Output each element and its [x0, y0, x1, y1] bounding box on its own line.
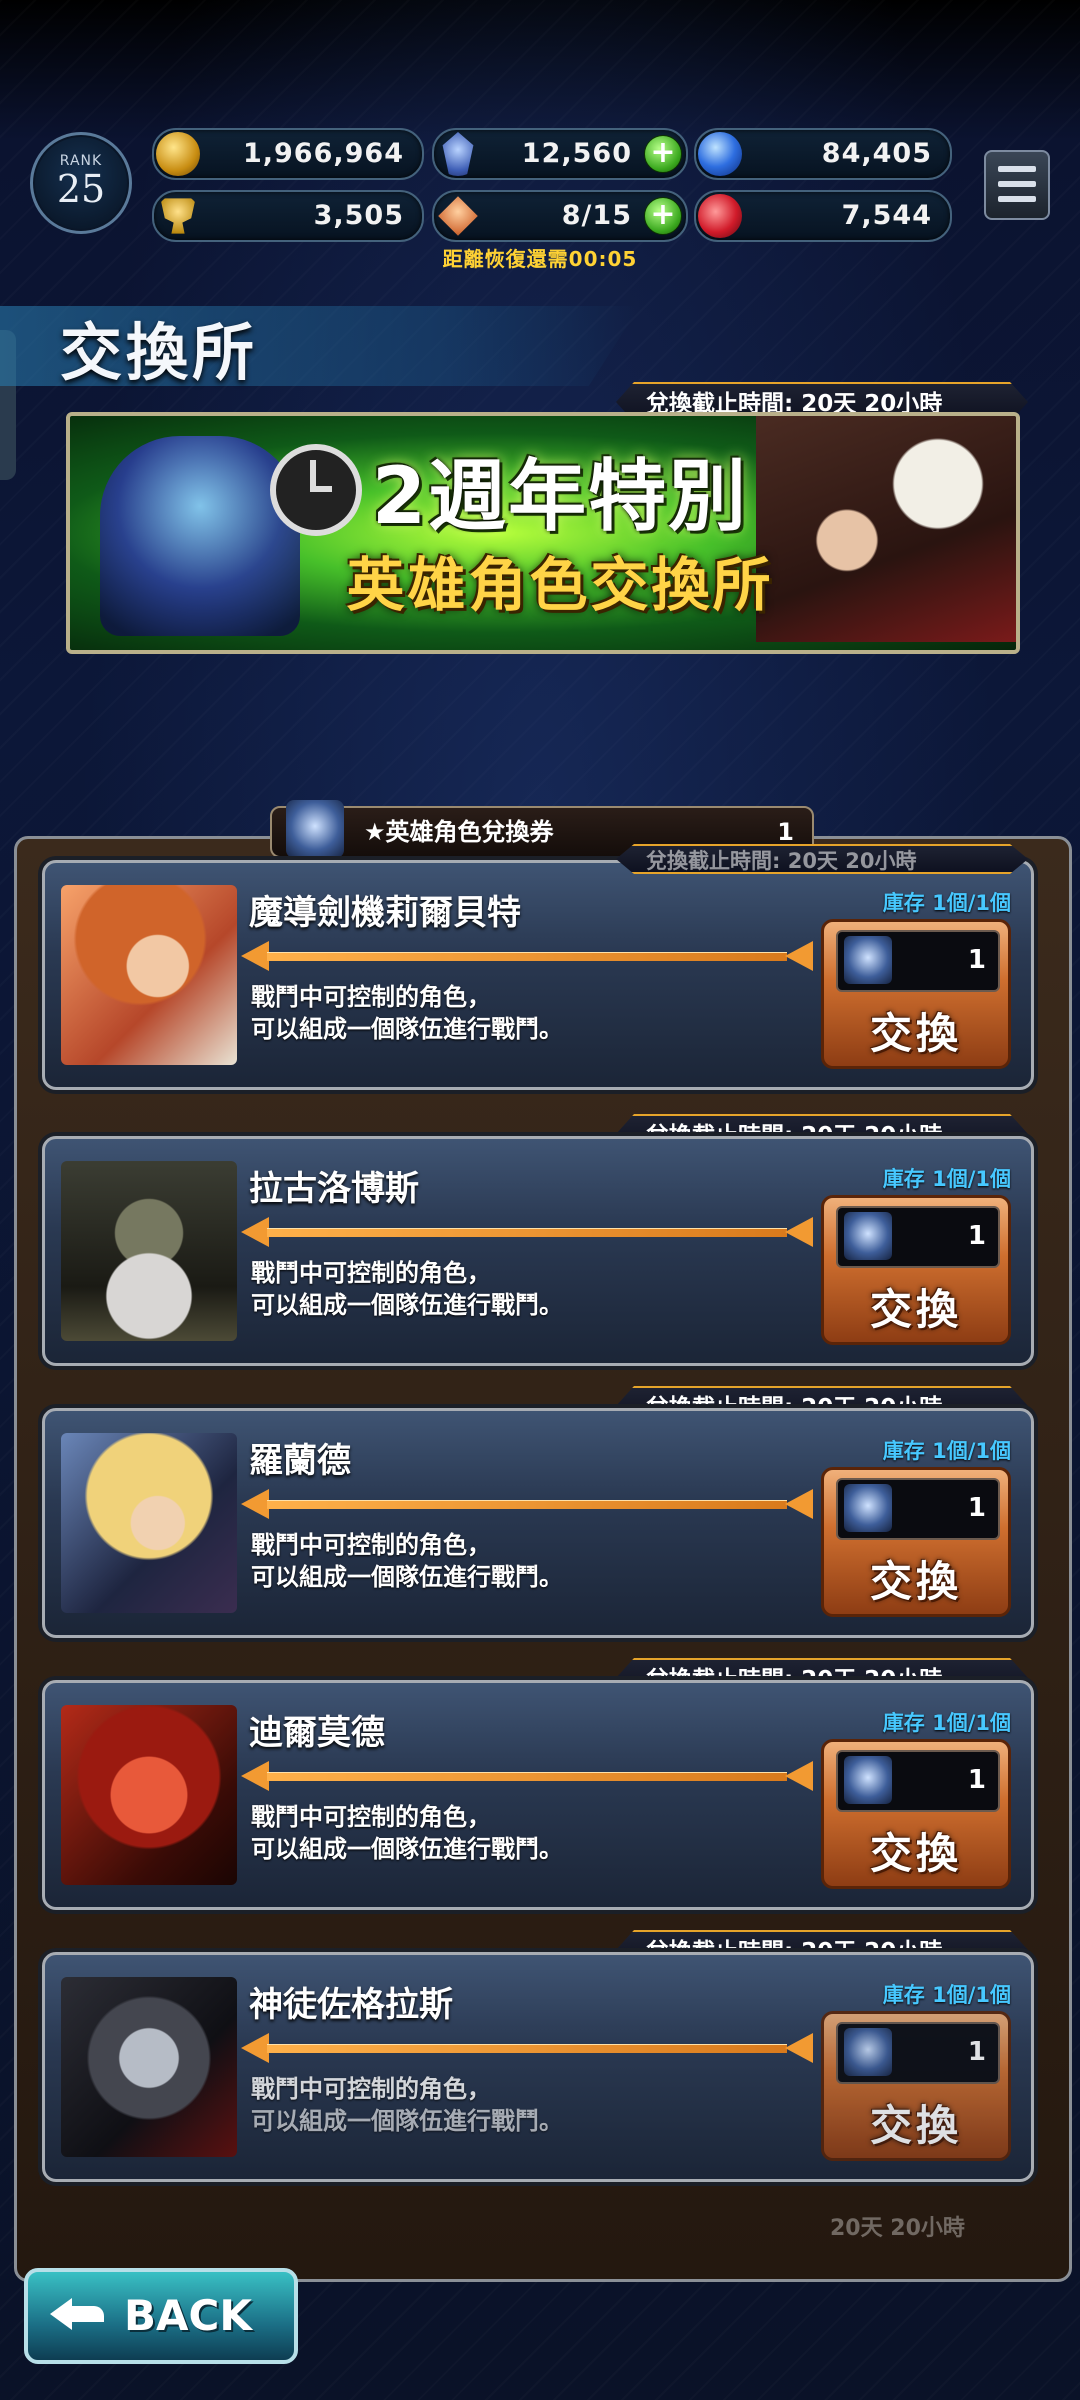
event-banner[interactable]: 2週年特別 英雄角色交換所 — [66, 412, 1020, 654]
stock-label: 庫存 1個/1個 — [882, 1167, 1011, 1191]
character-description: 可以組成一個隊伍進行戰鬥。 — [251, 1015, 563, 1043]
page-title: 交換所 — [60, 316, 259, 389]
character-description: 戰鬥中可控制的角色， — [251, 1803, 491, 1831]
cost-value: 1 — [967, 1493, 986, 1523]
ticket-icon — [286, 800, 344, 858]
stamina-counter: 8/15 + — [432, 190, 688, 242]
character-name: 迪爾莫德 — [249, 1713, 385, 1753]
trophy-icon — [160, 198, 196, 234]
character-name: 羅蘭德 — [249, 1441, 351, 1481]
add-crystal-button[interactable]: + — [644, 135, 682, 173]
character-description: 戰鬥中可控制的角色， — [251, 1531, 491, 1559]
ticket-label: ★英雄角色兌換券 — [364, 818, 554, 846]
arrow-decoration — [241, 1217, 813, 1247]
stamina-recovery-timer: 距離恢復還需00:05 — [442, 247, 638, 271]
exchange-item: 魔導劍機莉爾貝特 戰鬥中可控制的角色， 可以組成一個隊伍進行戰鬥。 庫存 1個/… — [42, 860, 1034, 1090]
exchange-button-label: 交換 — [869, 1285, 962, 1334]
ticket-icon — [844, 936, 892, 984]
menu-icon — [998, 166, 1036, 172]
character-description: 可以組成一個隊伍進行戰鬥。 — [251, 1563, 563, 1591]
character-portrait[interactable] — [61, 885, 237, 1065]
exchange-item: 羅蘭德 戰鬥中可控制的角色， 可以組成一個隊伍進行戰鬥。 庫存 1個/1個 1 … — [42, 1408, 1034, 1638]
character-name: 拉古洛博斯 — [249, 1169, 419, 1209]
stock-label: 庫存 1個/1個 — [882, 1439, 1011, 1463]
cost-display: 1 — [836, 930, 1000, 992]
stamina-icon — [438, 196, 478, 236]
character-portrait[interactable] — [61, 1705, 237, 1885]
ruby-counter: 7,544 — [694, 190, 952, 242]
ticket-icon — [844, 1756, 892, 1804]
exchange-button[interactable]: 1 交換 — [821, 2011, 1011, 2161]
rank-badge: RANK 25 — [30, 132, 132, 234]
character-name: 神徒佐格拉斯 — [249, 1985, 453, 2025]
ticket-icon — [844, 2028, 892, 2076]
ruby-icon — [698, 194, 742, 238]
stock-label: 庫存 1個/1個 — [882, 891, 1011, 915]
cost-value: 1 — [967, 1765, 986, 1795]
gold-value: 1,966,964 — [242, 138, 404, 169]
exchange-item: 拉古洛博斯 戰鬥中可控制的角色， 可以組成一個隊伍進行戰鬥。 庫存 1個/1個 … — [42, 1136, 1034, 1366]
character-description: 可以組成一個隊伍進行戰鬥。 — [251, 1291, 563, 1319]
ruby-value: 7,544 — [841, 200, 932, 231]
banner-character-silhouette — [100, 436, 300, 636]
cost-display: 1 — [836, 1206, 1000, 1268]
cost-value: 1 — [967, 945, 986, 975]
character-description: 可以組成一個隊伍進行戰鬥。 — [251, 2107, 563, 2135]
cost-display: 1 — [836, 1478, 1000, 1540]
cost-value: 1 — [967, 2037, 986, 2067]
stock-label: 庫存 1個/1個 — [882, 1983, 1011, 2007]
character-name: 魔導劍機莉爾貝特 — [249, 893, 521, 933]
banner-title: 2週年特別 — [371, 452, 749, 542]
character-portrait[interactable] — [61, 1161, 237, 1341]
character-description: 可以組成一個隊伍進行戰鬥。 — [251, 1835, 563, 1863]
exchange-button-label: 交換 — [869, 2101, 962, 2150]
gold-coin-icon — [156, 132, 200, 176]
crystal-icon — [442, 132, 474, 176]
exchange-button-label: 交換 — [869, 1829, 962, 1878]
stamina-value: 8/15 — [561, 200, 632, 231]
arrow-decoration — [241, 1761, 813, 1791]
cost-display: 1 — [836, 2022, 1000, 2084]
exchange-button[interactable]: 1 交換 — [821, 919, 1011, 1069]
character-description: 戰鬥中可控制的角色， — [251, 983, 491, 1011]
banner-subtitle: 英雄角色交換所 — [346, 551, 774, 619]
exchange-button-label: 交換 — [869, 1557, 962, 1606]
character-portrait[interactable] — [61, 1433, 237, 1613]
back-arrow-icon — [50, 2292, 104, 2336]
gold-counter: 1,966,964 — [152, 128, 424, 180]
exchange-button-label: 交換 — [869, 1009, 962, 1058]
trophy-counter: 3,505 — [152, 190, 424, 242]
back-button[interactable]: BACK — [24, 2268, 298, 2364]
exchange-button[interactable]: 1 交換 — [821, 1467, 1011, 1617]
arrow-decoration — [241, 1489, 813, 1519]
orb-counter: 84,405 — [694, 128, 952, 180]
exchange-button[interactable]: 1 交換 — [821, 1739, 1011, 1889]
add-stamina-button[interactable]: + — [644, 197, 682, 235]
exchange-button[interactable]: 1 交換 — [821, 1195, 1011, 1345]
arrow-decoration — [241, 2033, 813, 2063]
rank-value: 25 — [56, 167, 106, 211]
cost-display: 1 — [836, 1750, 1000, 1812]
crystal-counter: 12,560 + — [432, 128, 688, 180]
blue-orb-icon — [698, 132, 742, 176]
character-portrait[interactable] — [61, 1977, 237, 2157]
orb-value: 84,405 — [821, 138, 932, 169]
trophy-value: 3,505 — [313, 200, 404, 231]
ticket-icon — [844, 1212, 892, 1260]
item-deadline-tag: 兌換截止時間: 20天 20小時 — [616, 844, 1028, 874]
exchange-item: 迪爾莫德 戰鬥中可控制的角色， 可以組成一個隊伍進行戰鬥。 庫存 1個/1個 1… — [42, 1680, 1034, 1910]
stock-label: 庫存 1個/1個 — [882, 1711, 1011, 1735]
cost-value: 1 — [967, 1221, 986, 1251]
character-description: 戰鬥中可控制的角色， — [251, 2075, 491, 2103]
exchange-item: 神徒佐格拉斯 戰鬥中可控制的角色， 可以組成一個隊伍進行戰鬥。 庫存 1個/1個… — [42, 1952, 1034, 2182]
menu-icon-bar — [998, 196, 1036, 202]
arrow-decoration — [241, 941, 813, 971]
next-item-deadline-partial: 20天 20小時 — [830, 2216, 965, 2241]
crystal-value: 12,560 — [521, 138, 632, 169]
menu-icon-bar — [998, 181, 1036, 187]
ticket-icon — [844, 1484, 892, 1532]
back-button-label: BACK — [124, 2291, 252, 2340]
character-description: 戰鬥中可控制的角色， — [251, 1259, 491, 1287]
menu-button[interactable] — [984, 150, 1050, 220]
